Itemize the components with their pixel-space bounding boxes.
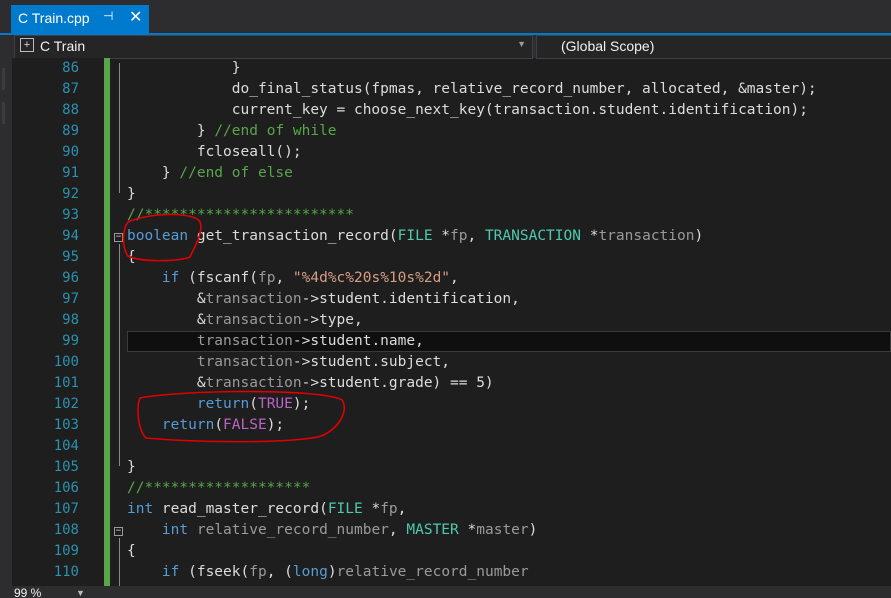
- annotation-circle-returns: [137, 390, 345, 443]
- annotation-overlay: [122, 213, 345, 443]
- chevron-down-icon[interactable]: ▼: [76, 586, 85, 598]
- zoom-level[interactable]: 99 %: [14, 586, 41, 598]
- annotation-circle-boolean: [122, 213, 202, 262]
- status-bar: 99 % ▼: [0, 586, 891, 598]
